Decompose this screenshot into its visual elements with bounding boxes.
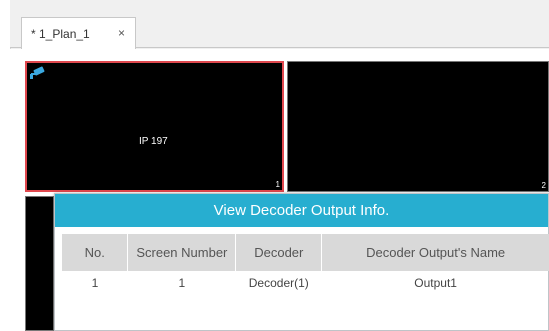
column-header-decoder[interactable]: Decoder: [235, 234, 323, 271]
tile-camera-name: IP 197: [139, 136, 168, 147]
video-tile[interactable]: 2: [287, 61, 549, 192]
camera-icon: [30, 66, 45, 79]
decoder-output-table: No. Screen Number Decoder Decoder Output…: [62, 234, 549, 295]
cell-no: 1: [91, 276, 99, 290]
close-icon[interactable]: ×: [118, 26, 125, 40]
column-header-output-name[interactable]: Decoder Output's Name: [321, 234, 549, 271]
cell-output-name: Output1: [414, 276, 457, 290]
cell-screen-number: 1: [178, 276, 186, 290]
table-row[interactable]: 1 1 Decoder(1) Output1: [62, 271, 549, 295]
column-header-no[interactable]: No.: [62, 234, 129, 271]
table-header-row: No. Screen Number Decoder Decoder Output…: [62, 234, 549, 271]
tile-number: 2: [541, 181, 546, 190]
column-header-screen-number[interactable]: Screen Number: [127, 234, 237, 271]
tab-bar: * 1_Plan_1 ×: [10, 0, 549, 49]
tab-plan-1[interactable]: * 1_Plan_1 ×: [21, 17, 136, 49]
tab-label: * 1_Plan_1: [31, 27, 90, 41]
tile-number: 1: [275, 180, 280, 189]
dialog-title: View Decoder Output Info.: [55, 194, 548, 227]
cell-decoder: Decoder(1): [248, 276, 309, 290]
video-tile-selected[interactable]: IP 197 1: [25, 61, 284, 192]
video-tile[interactable]: [25, 196, 54, 331]
decoder-output-dialog: View Decoder Output Info. No. Screen Num…: [54, 193, 549, 331]
